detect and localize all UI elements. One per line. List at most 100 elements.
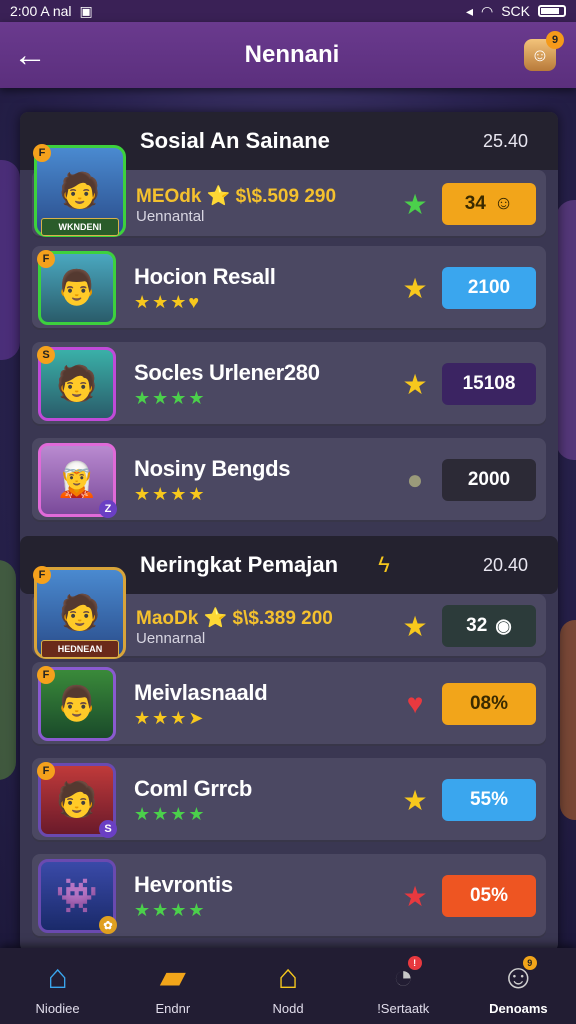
player-name: Hevrontis: [134, 871, 233, 897]
app-header: ← Nennani ☺ 9: [0, 22, 576, 88]
notification-icon: ▣: [79, 2, 93, 19]
volume-icon: ◂: [465, 2, 473, 19]
level-badge-icon: S: [37, 346, 55, 364]
player-portrait-icon: 🧑: [58, 172, 102, 210]
profile-avatar[interactable]: ☺ 9: [524, 31, 564, 71]
house-icon: ⌂: [277, 957, 299, 996]
background-decoration: [560, 620, 576, 820]
player-subtitle: Uennantal: [136, 207, 205, 225]
star-icon: ★: [402, 368, 428, 400]
player-subtitle: Uennarnal: [136, 629, 206, 647]
player-avatar: 🧑 F HEDNEAN: [33, 566, 126, 659]
leaderboard-row-4[interactable]: 🧝 Z Nosiny Bengds ★★★★ ● 2000: [32, 438, 546, 522]
player-name: Socles Urlener280: [134, 359, 320, 385]
player-name: Coml Grrcb: [134, 775, 253, 801]
player-ribbon: HEDNEAN: [41, 640, 119, 658]
player-score-line: MEOdk ⭐ $\$.509 290: [136, 185, 337, 207]
nav-nodd[interactable]: ⌂ Nodd: [230, 948, 345, 1024]
score-value: 32: [466, 615, 488, 636]
score-pill[interactable]: 55%: [442, 779, 536, 821]
player-avatar: 🧑 F S: [37, 762, 117, 838]
level-badge-icon: F: [37, 250, 55, 268]
nav-label: Nodd: [272, 1000, 304, 1016]
status-right-text: SCK: [501, 3, 530, 19]
level-badge-icon: Z: [99, 500, 117, 518]
player-score-line: MaoDk ⭐ $\$.389 200: [136, 607, 333, 629]
player-portrait-icon: 🧝: [55, 461, 99, 499]
section-value: 20.40: [482, 554, 528, 575]
player-portrait-icon: 👾: [55, 877, 99, 915]
nav-sertaatk[interactable]: ◔ ! !Sertaatk: [346, 948, 461, 1024]
nav-badge: 9: [522, 956, 537, 970]
profile-face-icon: ☺: [530, 44, 550, 65]
level-badge-icon: F: [33, 566, 51, 584]
rating-stars: ★★★➤: [134, 707, 206, 728]
level-badge-icon: F: [37, 666, 55, 684]
page-title: Nennani: [244, 41, 340, 68]
leaderboard-row-6[interactable]: 👨 F Meivlasnaald ★★★➤ ♥ 08%: [32, 662, 546, 746]
rating-stars: ★★★★: [134, 803, 207, 824]
player-portrait-icon: 🧑: [58, 594, 102, 632]
score-pill[interactable]: 34 ☺: [442, 183, 536, 225]
leaderboard-row-7[interactable]: 🧑 F S Coml Grrcb ★★★★ ★ 55%: [32, 758, 546, 842]
player-name: Hocion Resall: [134, 263, 276, 289]
leaderboard-row-8[interactable]: 👾 ✿ Hevrontis ★★★★ ★ 05%: [32, 854, 546, 938]
section-title: Sosial An Sainane: [140, 128, 330, 153]
player-avatar: 👨 F: [37, 250, 116, 325]
book-icon: ▰: [159, 957, 186, 996]
leaderboard-row-2[interactable]: 👨 F Hocion Resall ★★★♥ ★ 2100: [32, 246, 546, 330]
player-avatar: 🧝 Z: [38, 443, 117, 518]
leaderboard-row-3[interactable]: 🧑 S Socles Urlener280 ★★★★ ★ 15108: [32, 342, 546, 426]
score-pill[interactable]: 2100: [442, 267, 536, 309]
level-badge-icon: F: [37, 762, 55, 780]
player-mini-avatar-icon: ☺: [493, 193, 514, 214]
player-ribbon: WKNDENI: [41, 218, 119, 236]
star-icon: ★: [402, 784, 428, 816]
status-bar: 2:00 A nal ▣ ◂ ◠ SCK: [0, 0, 576, 22]
score-value: 34: [464, 193, 486, 214]
player-avatar: 👨 F: [37, 666, 116, 741]
section-value: 25.40: [482, 130, 528, 151]
star-icon: ★: [402, 610, 428, 642]
nav-label: Denoams: [489, 1000, 548, 1016]
section-title: Neringkat Pemajan: [140, 552, 339, 577]
notification-badge: 9: [546, 31, 564, 49]
background-decoration: [556, 200, 576, 460]
leaderboard-row-5[interactable]: 🧑 F HEDNEAN MaoDk ⭐ $\$.389 200 Uennarna…: [32, 566, 546, 659]
score-pill[interactable]: 32 ◉: [442, 605, 536, 647]
player-name: Meivlasnaald: [134, 679, 268, 705]
rating-stars: ★★★♥: [134, 291, 202, 312]
nav-label: Endnr: [155, 1000, 191, 1016]
monster-icon: ●: [406, 464, 424, 495]
heart-icon: ♥: [406, 688, 424, 719]
nav-label: !Sertaatk: [377, 1000, 430, 1016]
leaderboard-row-1[interactable]: 🧑 F WKNDENI MEOdk ⭐ $\$.509 290 Uennanta…: [32, 144, 546, 238]
background-decoration: [0, 160, 20, 360]
score-pill[interactable]: 2000: [442, 459, 536, 501]
nav-endnr[interactable]: ▰ Endnr: [115, 948, 230, 1024]
nav-home[interactable]: ⌂ Niodiee: [0, 948, 115, 1024]
wifi-icon: ◠: [480, 2, 494, 19]
score-pill[interactable]: 05%: [442, 875, 536, 917]
player-avatar: 👾 ✿: [38, 859, 117, 934]
player-avatar: 🧑 S: [37, 346, 116, 421]
score-pill[interactable]: 08%: [442, 683, 536, 725]
star-icon: ★: [402, 880, 428, 912]
rating-stars: ★★★★: [134, 483, 207, 504]
nav-denoams[interactable]: ☺ 9 Denoams: [461, 948, 576, 1024]
player-name: Nosiny Bengds: [134, 455, 291, 481]
player-portrait-icon: 🧑: [55, 781, 99, 819]
star-icon: ★: [402, 188, 428, 220]
leaderboard-panel: Sosial An Sainane 25.40 🧑 F WKNDENI MEOd…: [20, 112, 558, 952]
level-badge-icon: F: [33, 144, 51, 162]
back-arrow-icon[interactable]: ←: [0, 22, 60, 88]
player-portrait-icon: 👨: [55, 685, 99, 723]
score-pill[interactable]: 15108: [442, 363, 536, 405]
rating-stars: ★★★★: [134, 899, 207, 920]
bottom-navigation: ⌂ Niodiee ▰ Endnr ⌂ Nodd ◔ ! !Sertaatk ☺…: [0, 948, 576, 1024]
rating-stars: ★★★★: [134, 387, 207, 408]
shield-icon: ◉: [495, 615, 512, 637]
nav-badge: !: [407, 956, 422, 970]
home-icon: ⌂: [47, 957, 68, 996]
star-icon: ★: [402, 272, 428, 304]
